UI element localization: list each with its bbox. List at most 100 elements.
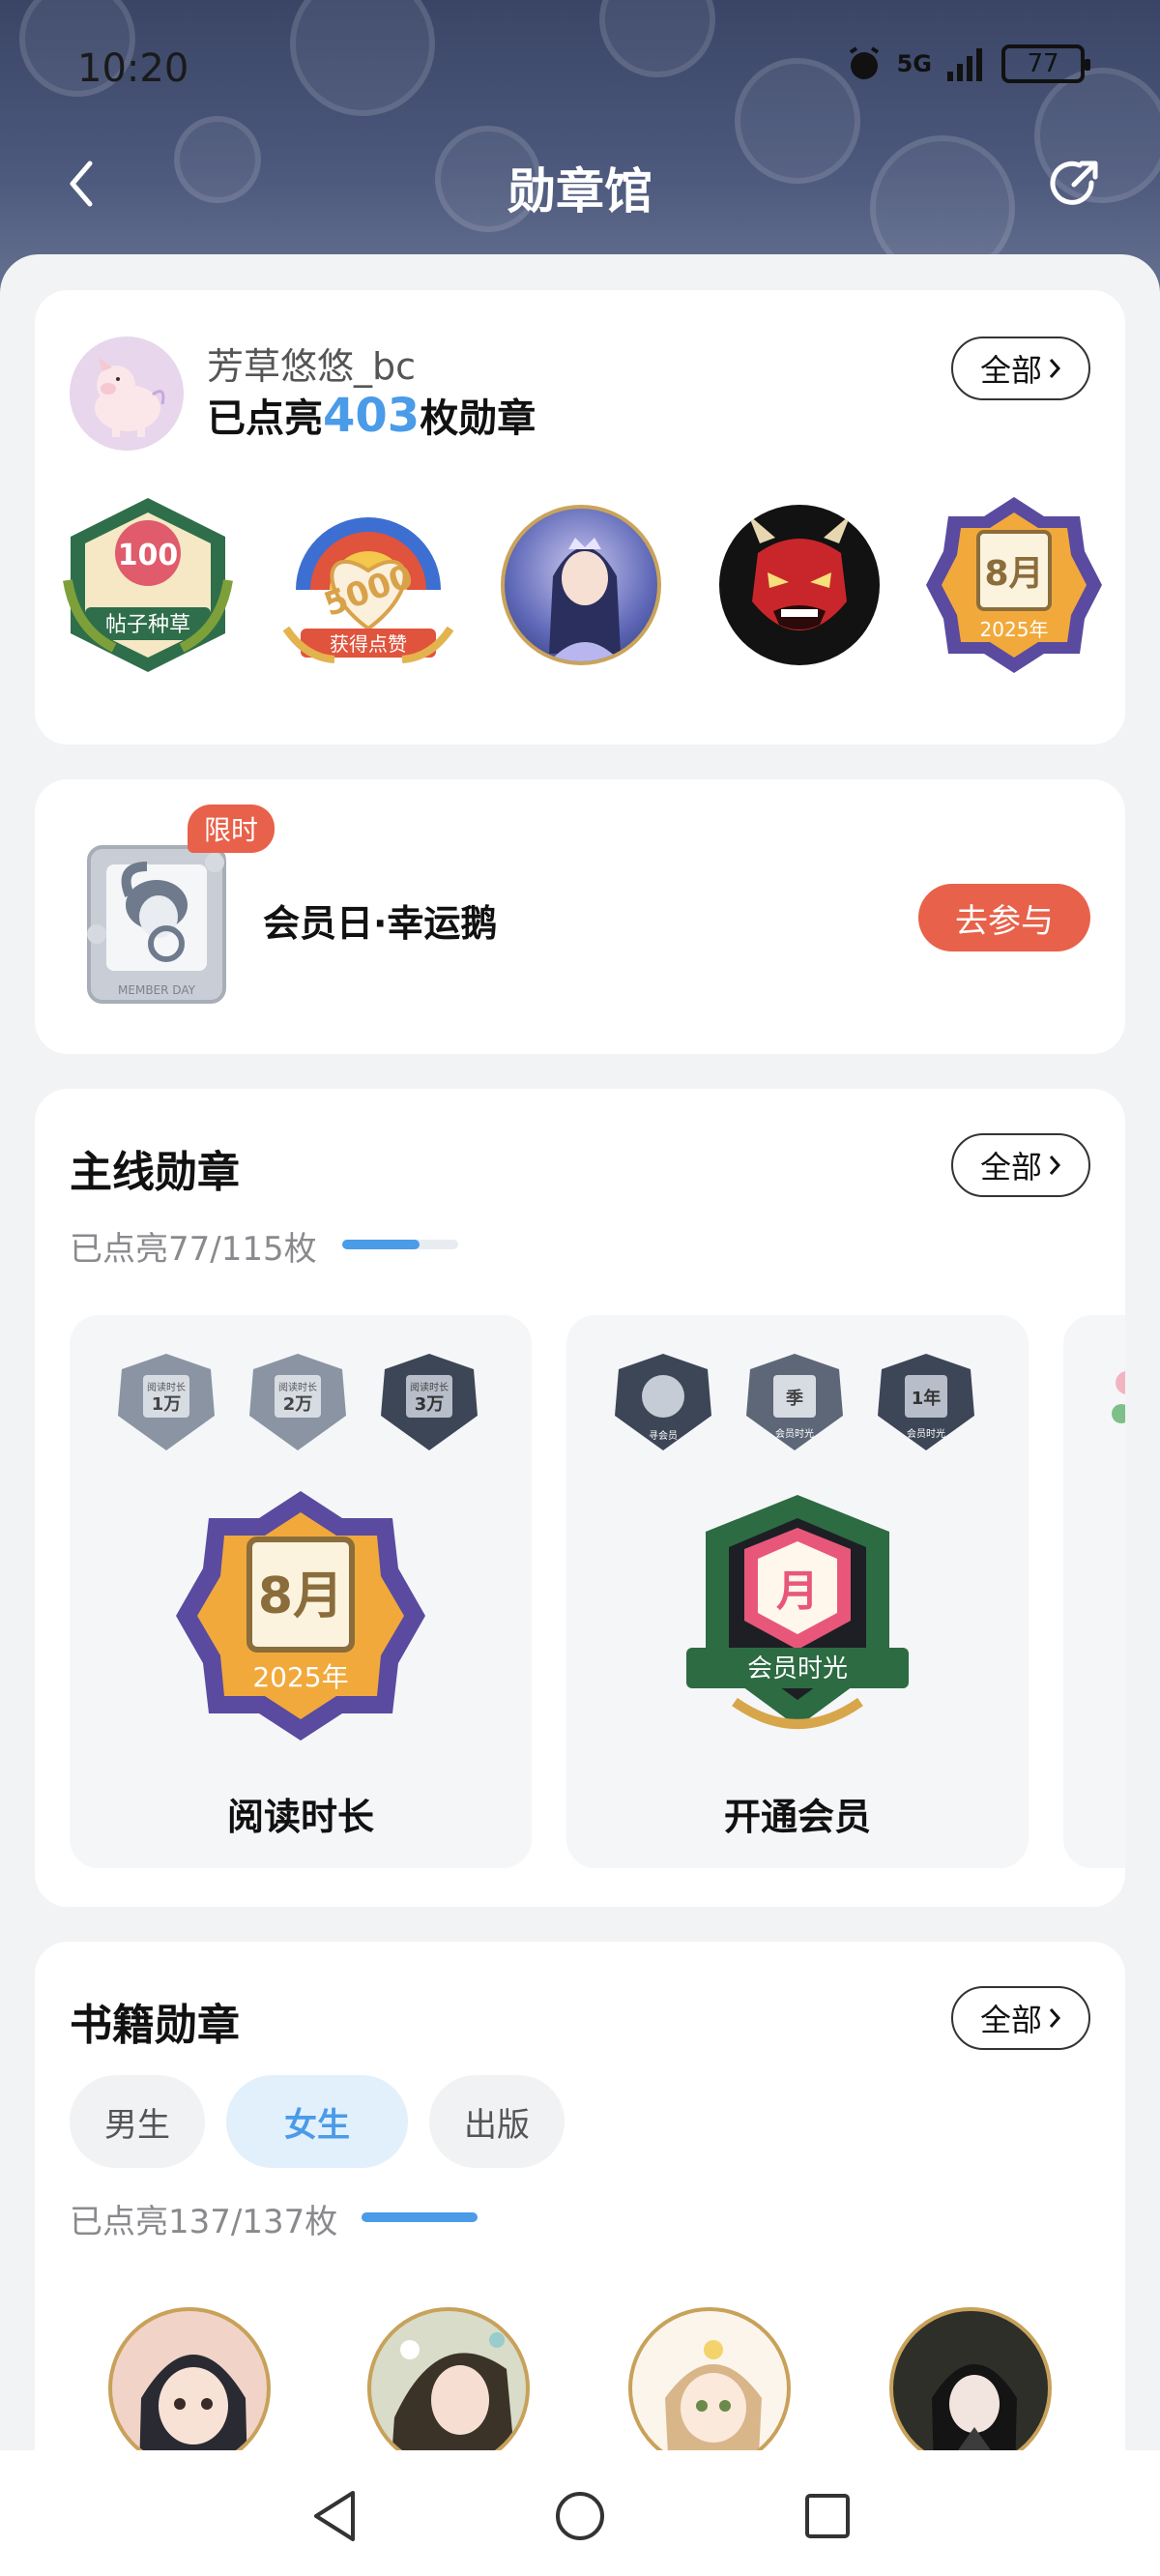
book-badge-1[interactable] xyxy=(108,2307,271,2470)
august-month: 8月 xyxy=(984,554,1043,594)
share-button[interactable] xyxy=(1040,151,1108,219)
membership-mini-caption: 会员时光 xyxy=(775,1427,814,1440)
post-seed-ribbon: 帖子种草 xyxy=(105,613,190,637)
oni-mask-icon xyxy=(748,514,851,630)
membership-mini-badges-icon: 寻会员 季 会员时光 1年 会员时光 xyxy=(615,1354,974,1450)
profile-card: 芳草悠悠_bc 已点亮403枚勋章 全部 100 帖子种草 5000 获得点赞 … xyxy=(35,290,1125,745)
reading-mini-1: 1万 xyxy=(152,1394,182,1415)
reading-main-year: 2025年 xyxy=(252,1661,348,1693)
peek-badge-icon xyxy=(1112,1371,1125,1423)
tab-male[interactable]: 男生 xyxy=(70,2075,205,2168)
mini-badge-row: 寻会员 季 会员时光 1年 会员时光 xyxy=(611,1350,988,1456)
reading-mini-caption: 阅读时长 xyxy=(147,1381,186,1393)
nav-recents-button[interactable] xyxy=(798,2487,856,2545)
medal-card-reading-time[interactable]: 阅读时长 1万 阅读时长 2万 阅读时长 3万 8月 2025年 阅读时长 xyxy=(70,1315,532,1868)
promo-frame-text: MEMBER DAY xyxy=(118,983,196,997)
book-medals-progress-text: 已点亮137/137枚 xyxy=(70,2203,338,2241)
membership-main-ribbon: 会员时光 xyxy=(747,1654,848,1683)
tab-female[interactable]: 女生 xyxy=(226,2075,408,2168)
membership-main-badge: 月 会员时光 xyxy=(667,1485,928,1746)
nav-back-button[interactable] xyxy=(305,2487,363,2545)
likes-badge[interactable]: 5000 获得点赞 xyxy=(276,493,460,677)
post-seed-badge[interactable]: 100 帖子种草 xyxy=(56,493,240,677)
character-portrait-icon xyxy=(139,2355,247,2466)
princess-portrait-icon xyxy=(549,538,621,661)
join-button[interactable]: 去参与 xyxy=(918,884,1090,951)
reading-mini-caption: 阅读时长 xyxy=(410,1381,449,1393)
recent-badges: 100 帖子种草 5000 获得点赞 8月 2025年 xyxy=(35,493,1125,687)
lit-summary: 已点亮403枚勋章 xyxy=(207,387,536,443)
post-seed-number: 100 xyxy=(118,539,179,572)
reading-main-month: 8月 xyxy=(258,1567,343,1625)
main-medals-progress-fill xyxy=(342,1240,420,1249)
status-bar: 10:20 5G 77 xyxy=(0,39,1160,106)
lit-count: 403 xyxy=(323,389,420,443)
promo-title: 会员日·幸运鹅 xyxy=(263,902,498,945)
network-label: 5G xyxy=(896,50,932,77)
alarm-icon xyxy=(849,46,879,79)
character-portrait-icon xyxy=(665,2340,762,2466)
all-label: 全部 xyxy=(979,2002,1042,2038)
book-medals-title: 书籍勋章 xyxy=(70,2001,240,2050)
membership-mini-3: 1年 xyxy=(912,1388,942,1409)
character-portrait-icon xyxy=(932,2364,1017,2466)
august-year: 2025年 xyxy=(980,618,1049,641)
reading-mini-caption: 阅读时长 xyxy=(278,1381,317,1393)
august-reading-large-icon: 8月 2025年 xyxy=(176,1491,425,1741)
book-badge-2[interactable] xyxy=(367,2307,530,2470)
square-recents-icon xyxy=(805,2494,850,2538)
promo-frame-image: MEMBER DAY xyxy=(70,828,244,1011)
tab-published[interactable]: 出版 xyxy=(429,2075,565,2168)
all-label: 全部 xyxy=(979,1149,1042,1186)
lit-suffix: 枚勋章 xyxy=(420,396,536,441)
member-time-large-icon: 月 会员时光 xyxy=(686,1495,909,1729)
book-badge-4[interactable] xyxy=(889,2307,1052,2470)
oni-mask-badge[interactable] xyxy=(719,505,880,665)
august-reading-badge[interactable]: 8月 2025年 xyxy=(922,493,1106,677)
goose-frame-icon: MEMBER DAY xyxy=(87,845,226,1004)
reading-mini-2: 2万 xyxy=(283,1394,313,1415)
mini-badge-row: 阅读时长 1万 阅读时长 2万 阅读时长 3万 xyxy=(114,1350,491,1456)
book-medals-progress-track xyxy=(362,2212,478,2222)
main-medals-all-button[interactable]: 全部 xyxy=(951,1133,1090,1197)
princess-badge[interactable] xyxy=(501,505,661,665)
navigation-bar: 勋章馆 xyxy=(0,145,1160,222)
reading-mini-badges-icon: 阅读时长 1万 阅读时长 2万 阅读时长 3万 xyxy=(118,1354,478,1450)
likes-ribbon: 获得点赞 xyxy=(330,632,407,656)
username: 芳草悠悠_bc xyxy=(207,345,417,388)
membership-mini-caption: 会员时光 xyxy=(907,1427,945,1440)
limited-tag: 限时 xyxy=(188,805,275,853)
reading-main-badge: 8月 2025年 xyxy=(170,1485,431,1746)
main-medals-title: 主线勋章 xyxy=(70,1148,240,1197)
signal-icon xyxy=(947,48,982,81)
lit-prefix: 已点亮 xyxy=(207,396,323,441)
pig-avatar-icon xyxy=(95,358,165,437)
system-navigation-bar xyxy=(0,2450,1160,2576)
chevron-right-icon xyxy=(1049,1156,1061,1175)
promo-card[interactable]: MEMBER DAY 限时 会员日·幸运鹅 去参与 xyxy=(35,779,1125,1054)
membership-mini-first: 寻会员 xyxy=(649,1429,678,1442)
page-title: 勋章馆 xyxy=(508,163,652,220)
share-icon xyxy=(1050,161,1098,205)
book-medals-all-button[interactable]: 全部 xyxy=(951,1986,1090,2050)
chevron-right-icon xyxy=(1049,2008,1061,2028)
medal-card-label: 开通会员 xyxy=(723,1796,871,1838)
battery-icon: 77 xyxy=(1001,44,1090,83)
circle-home-icon xyxy=(556,2492,604,2540)
reading-mini-3: 3万 xyxy=(415,1394,445,1415)
post-seed-badge-icon: 100 帖子种草 xyxy=(63,498,233,672)
medal-card-label: 阅读时长 xyxy=(226,1796,374,1838)
main-medals-progress-text: 已点亮77/115枚 xyxy=(70,1230,317,1269)
nav-home-button[interactable] xyxy=(551,2487,609,2545)
all-label: 全部 xyxy=(979,352,1042,389)
character-portrait-icon xyxy=(391,2332,516,2466)
profile-all-button[interactable]: 全部 xyxy=(951,337,1090,400)
battery-level: 77 xyxy=(1027,49,1059,78)
medal-card-membership[interactable]: 寻会员 季 会员时光 1年 会员时光 月 会员时光 开通会员 xyxy=(566,1315,1029,1868)
status-time: 10:20 xyxy=(77,46,189,91)
triangle-back-icon xyxy=(314,2491,355,2541)
medal-card-peek[interactable] xyxy=(1063,1315,1125,1868)
book-badge-3[interactable] xyxy=(628,2307,791,2470)
avatar[interactable] xyxy=(70,337,184,451)
membership-mini-2: 季 xyxy=(786,1389,803,1409)
